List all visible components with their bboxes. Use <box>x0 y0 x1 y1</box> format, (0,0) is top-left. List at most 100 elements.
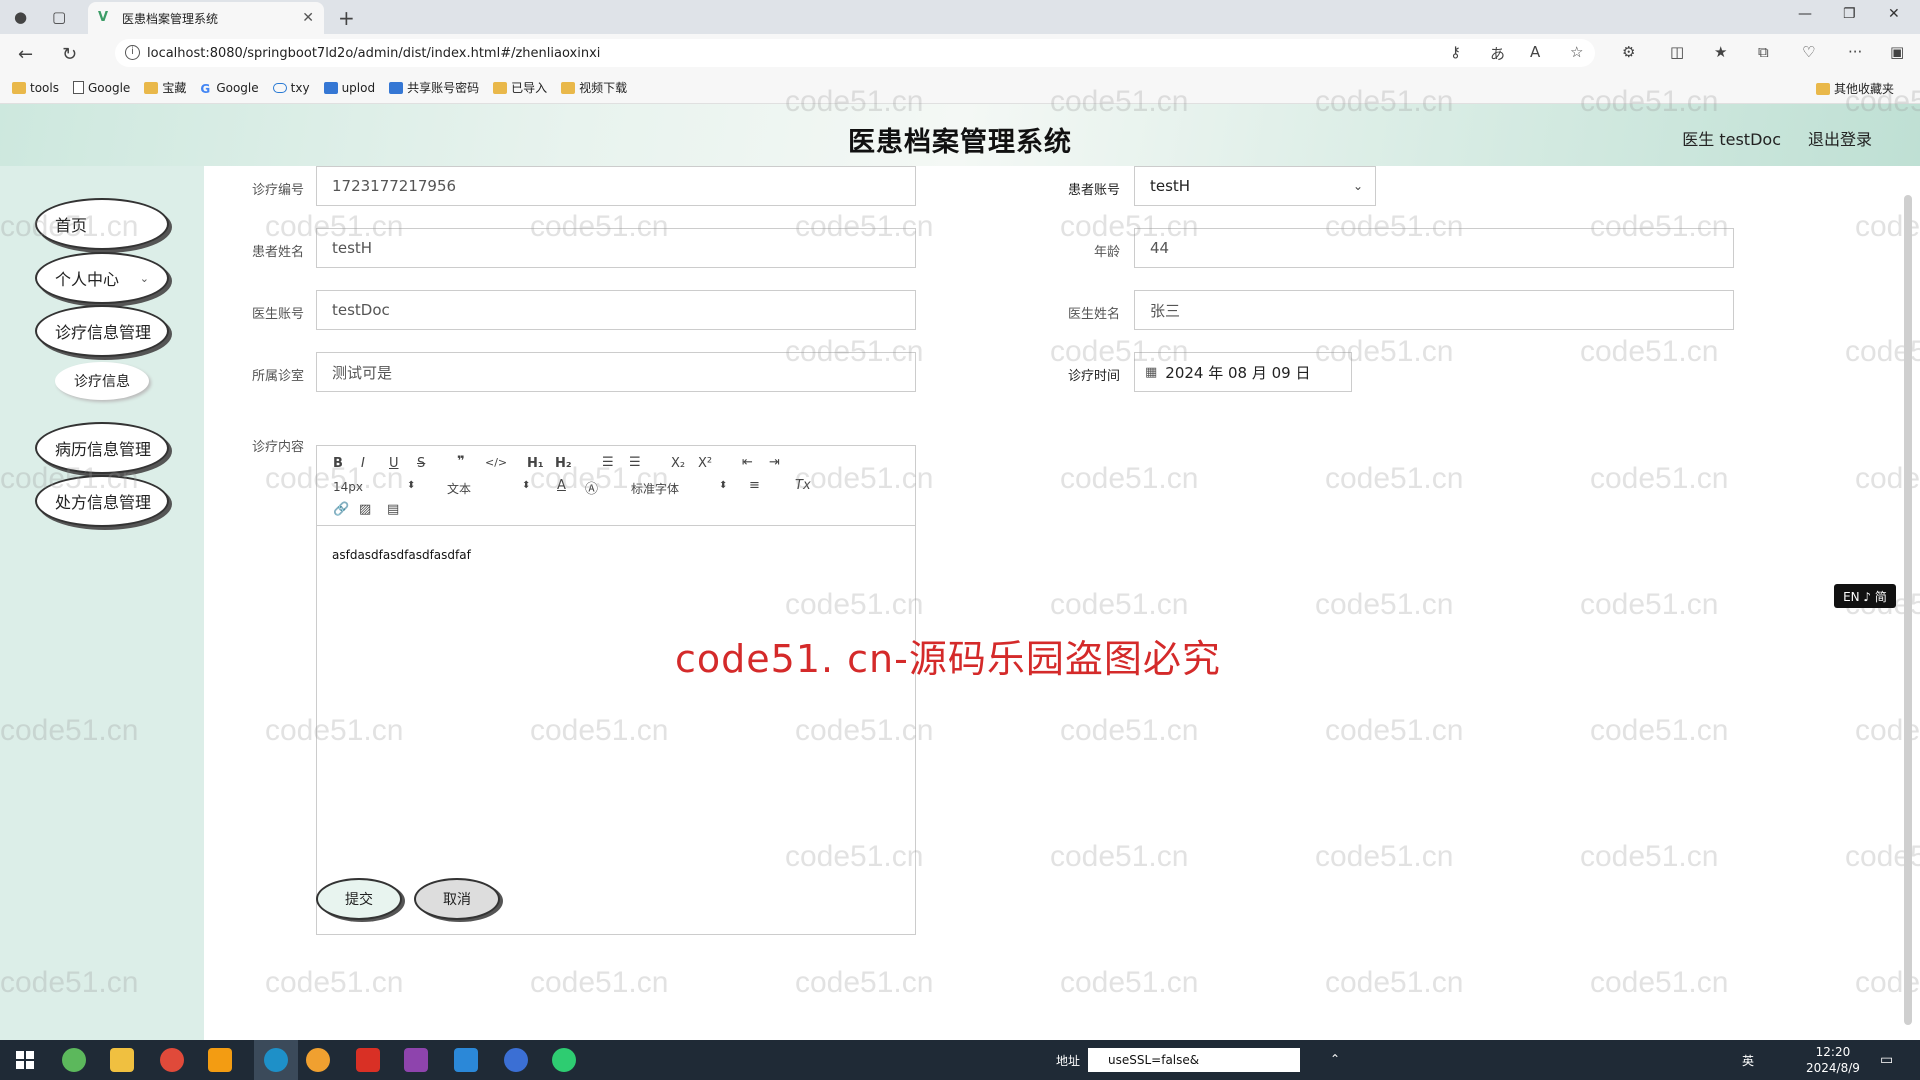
sidebar-toggle-icon[interactable]: ▣ <box>1890 43 1904 61</box>
heading1-icon[interactable]: H₁ <box>527 456 544 471</box>
close-tab-icon[interactable]: ✕ <box>302 10 314 26</box>
patient-account-select[interactable]: testH ⌄ <box>1134 166 1376 206</box>
sidebar-subitem-diagnosis-info[interactable]: 诊疗信息 <box>55 362 149 400</box>
favorite-star-icon[interactable]: ☆ <box>1570 43 1583 61</box>
new-tab-icon[interactable]: + <box>338 6 355 30</box>
page-scrollbar[interactable] <box>1904 195 1912 1025</box>
restore-icon[interactable]: ❐ <box>1843 6 1856 22</box>
vscode-icon[interactable] <box>504 1048 528 1072</box>
bookmark-other-favorites[interactable]: 其他收藏夹 <box>1815 80 1894 97</box>
app-orange-icon[interactable] <box>306 1048 330 1072</box>
bookmark-uplod[interactable]: uplod <box>323 81 375 95</box>
sublime-icon[interactable] <box>208 1048 232 1072</box>
cancel-button[interactable]: 取消 <box>414 878 500 920</box>
browser-tab[interactable]: V 医患档案管理系统 ✕ <box>88 2 324 34</box>
strikethrough-icon[interactable]: S <box>417 456 425 471</box>
rich-text-editor[interactable]: B I U S ❞ </> H₁ H₂ ☰ ☰ X₂ X² ⇤ ⇥ 14px ⬍… <box>316 445 916 935</box>
superscript-icon[interactable]: X² <box>698 456 712 471</box>
refresh-icon[interactable]: ↻ <box>62 44 77 65</box>
more-icon[interactable]: ··· <box>1848 43 1862 61</box>
font-size-select[interactable]: 14px <box>333 480 363 494</box>
italic-icon[interactable]: I <box>361 456 365 471</box>
ime-indicator[interactable]: EN ♪ 简 <box>1834 584 1896 608</box>
sidebar-item-home[interactable]: 首页 <box>35 198 169 250</box>
tab-actions-icon[interactable]: ▢ <box>52 8 66 26</box>
notification-icon[interactable]: ▭ <box>1880 1052 1893 1068</box>
bold-icon[interactable]: B <box>333 456 343 471</box>
browser-essentials-icon[interactable]: ♡ <box>1802 43 1815 61</box>
close-window-icon[interactable]: ✕ <box>1888 6 1900 22</box>
tray-lang[interactable]: 英 <box>1742 1052 1754 1069</box>
file-explorer-icon[interactable] <box>110 1048 134 1072</box>
underline-icon[interactable]: U <box>389 456 399 471</box>
sidebar-item-diagnosis-management[interactable]: 诊疗信息管理 <box>35 305 169 357</box>
back-icon[interactable]: ← <box>18 44 33 65</box>
bookmark-txy[interactable]: txy <box>272 81 310 95</box>
bookmark-video-download[interactable]: 视频下载 <box>561 79 627 96</box>
collections-icon[interactable]: ⧉ <box>1758 43 1769 61</box>
favorites-icon[interactable]: ★ <box>1714 43 1727 61</box>
doctor-name-input[interactable]: 张三 <box>1134 290 1734 330</box>
chrome-icon[interactable] <box>160 1048 184 1072</box>
bullet-list-icon[interactable]: ☰ <box>629 455 641 470</box>
age-input[interactable]: 44 <box>1134 228 1734 268</box>
page-icon <box>72 81 84 94</box>
editor-content[interactable]: asfdasdfasdfasdfasdfaf <box>332 548 471 562</box>
url-field[interactable]: i localhost:8080/springboot7ld2o/admin/d… <box>115 39 1595 67</box>
outdent-icon[interactable]: ⇤ <box>742 455 753 470</box>
edge-active-indicator[interactable] <box>254 1040 298 1080</box>
key-icon[interactable]: ⚷ <box>1450 43 1461 61</box>
code-block-icon[interactable]: </> <box>485 456 507 469</box>
app-blue-icon[interactable] <box>454 1048 478 1072</box>
font-color-icon[interactable]: A <box>557 478 566 493</box>
heading2-icon[interactable]: H₂ <box>555 456 572 471</box>
bookmark-google-2[interactable]: G Google <box>200 81 258 96</box>
translate-icon[interactable]: あ <box>1490 43 1505 64</box>
blockquote-icon[interactable]: ❞ <box>457 454 465 469</box>
clinic-input[interactable]: 测试可是 <box>316 352 916 392</box>
link-icon[interactable]: 🔗 <box>333 502 349 517</box>
diag-no-input[interactable]: 1723177217956 <box>316 166 916 206</box>
sidebar-item-prescription-management[interactable]: 处方信息管理 <box>35 475 169 527</box>
wechat-icon[interactable] <box>552 1048 576 1072</box>
minimize-icon[interactable]: — <box>1798 6 1812 22</box>
taskbar-address-input[interactable]: useSSL=false& <box>1088 1048 1300 1072</box>
diag-time-datepicker[interactable]: ▦ 2024 年 08 月 09 日 <box>1134 352 1352 392</box>
patient-name-input[interactable]: testH <box>316 228 916 268</box>
info-icon[interactable]: i <box>125 45 140 60</box>
split-screen-icon[interactable]: ◫ <box>1670 43 1684 61</box>
sidebar-item-medical-record-management[interactable]: 病历信息管理 <box>35 422 169 474</box>
wps-icon[interactable] <box>356 1048 380 1072</box>
image-icon[interactable]: ▨ <box>359 502 371 517</box>
sidebar-item-label: 病历信息管理 <box>55 440 152 459</box>
app-green-icon[interactable] <box>62 1048 86 1072</box>
clock-time: 12:20 <box>1815 1045 1851 1059</box>
logout-button[interactable]: 退出登录 <box>1808 126 1872 150</box>
bookmark-tools[interactable]: tools <box>12 81 59 95</box>
submit-button[interactable]: 提交 <box>316 878 402 920</box>
indent-icon[interactable]: ⇥ <box>769 455 780 470</box>
subscript-icon[interactable]: X₂ <box>671 456 685 471</box>
intellij-icon[interactable] <box>404 1048 428 1072</box>
windows-start-icon[interactable] <box>16 1051 34 1069</box>
bookmark-google[interactable]: Google <box>72 81 130 95</box>
bookmark-imported[interactable]: 已导入 <box>493 79 547 96</box>
text-type-select[interactable]: 文本 <box>447 480 471 497</box>
bookmark-shared-accounts[interactable]: 共享账号密码 <box>389 79 479 96</box>
background-color-icon[interactable]: Ⓐ <box>585 478 598 497</box>
bookmark-treasure[interactable]: 宝藏 <box>144 79 186 96</box>
tray-chevron-icon[interactable]: ⌃ <box>1330 1052 1340 1066</box>
video-icon[interactable]: ▤ <box>387 502 399 517</box>
sidebar-item-personal-center[interactable]: 个人中心 ⌄ <box>35 252 169 304</box>
font-family-select[interactable]: 标准字体 <box>631 480 679 497</box>
profile-icon[interactable]: ● <box>14 8 27 26</box>
doctor-account-input[interactable]: testDoc <box>316 290 916 330</box>
align-icon[interactable]: ≡ <box>749 478 760 493</box>
clear-format-icon[interactable]: Tx <box>795 478 811 493</box>
extensions-icon[interactable]: ⚙ <box>1622 43 1635 61</box>
taskbar-address-value: useSSL=false& <box>1108 1053 1200 1067</box>
app-root: 医患档案管理系统 医生 testDoc 退出登录 首页 个人中心 ⌄ 诊疗信息管理… <box>0 104 1920 1040</box>
ordered-list-icon[interactable]: ☰ <box>602 455 614 470</box>
read-aloud-icon[interactable]: A <box>1530 43 1540 61</box>
taskbar-clock[interactable]: 12:20 2024/8/9 <box>1806 1044 1860 1076</box>
